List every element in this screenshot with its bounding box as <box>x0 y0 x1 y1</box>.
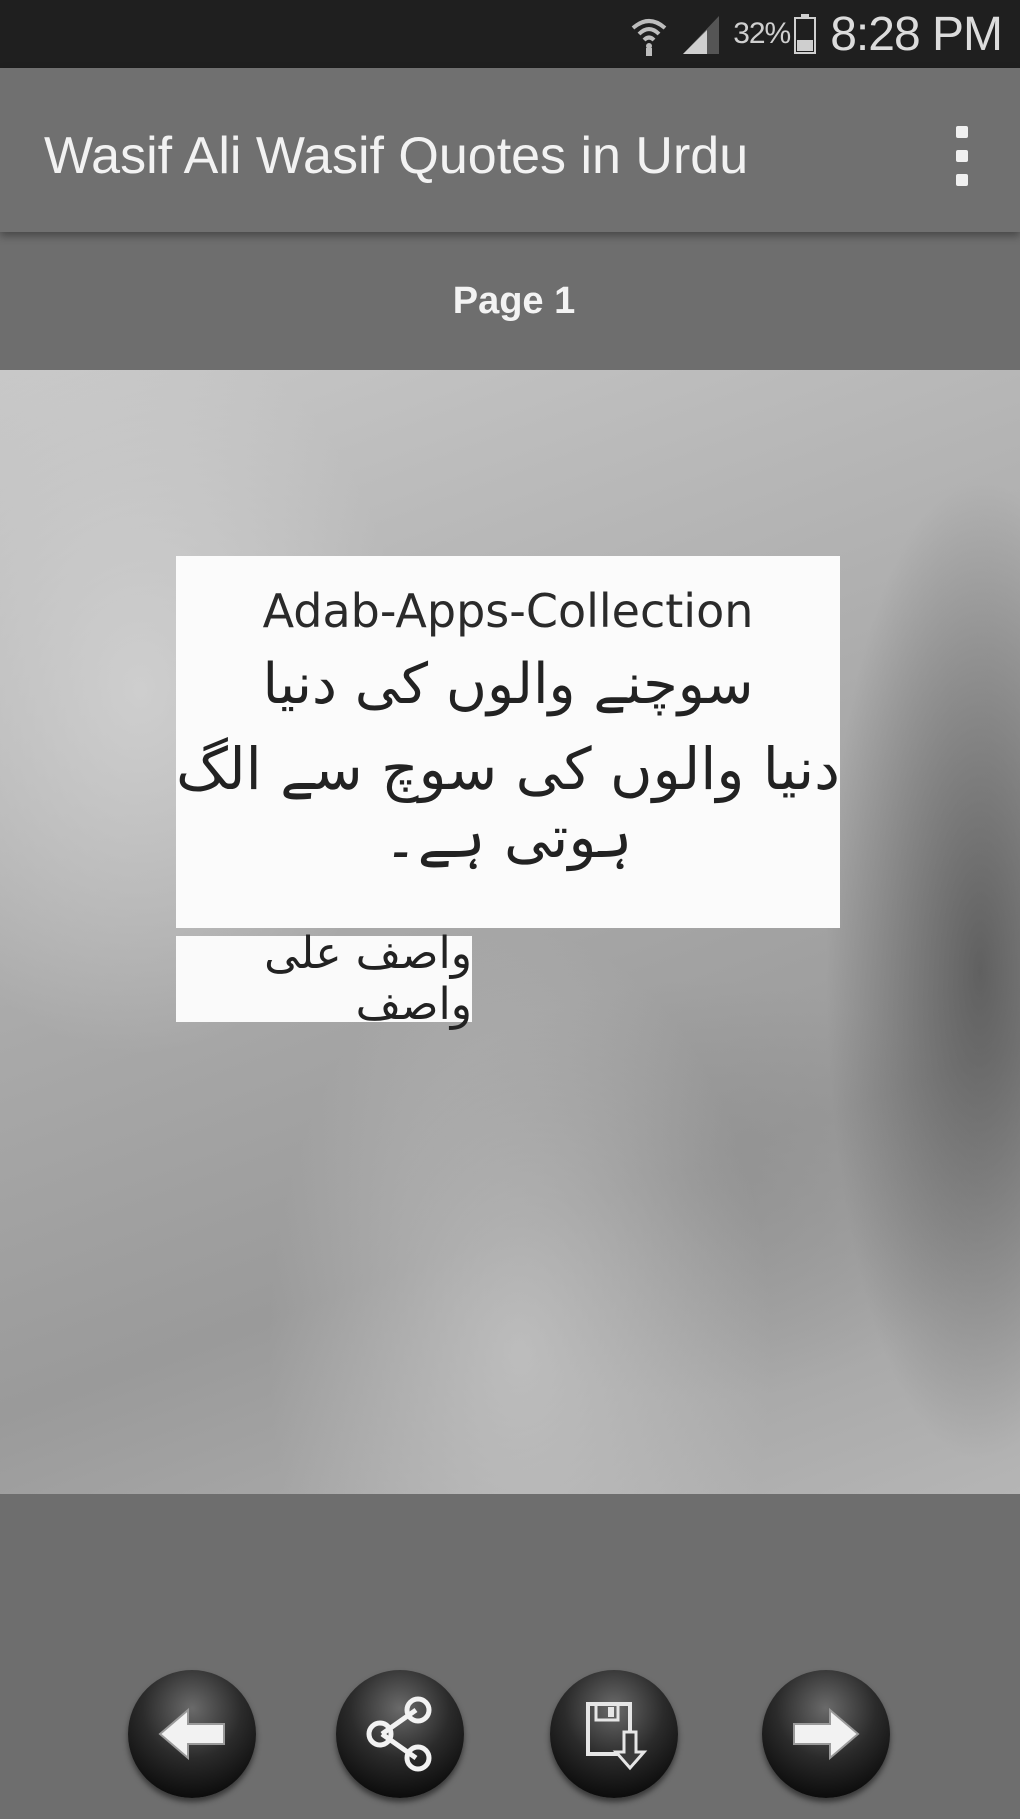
app-bar: Wasif Ali Wasif Quotes in Urdu <box>0 68 1020 232</box>
bottom-toolbar <box>0 1494 1020 1819</box>
clock: 8:28 PM <box>830 7 1003 61</box>
author-card: واصف علی واصف <box>176 928 472 1030</box>
page-indicator-bar: Page 1 <box>0 232 1020 370</box>
overflow-dot <box>956 150 968 162</box>
next-button[interactable] <box>762 1670 890 1798</box>
quote-line-1: سوچنے والوں کی دنیا <box>262 652 754 717</box>
share-button[interactable] <box>336 1670 464 1798</box>
share-icon <box>366 1696 432 1772</box>
more-vert-icon[interactable] <box>944 126 980 186</box>
arrow-left-icon <box>158 1707 225 1761</box>
save-icon <box>586 1702 648 1771</box>
save-button[interactable] <box>550 1670 678 1798</box>
quote-line-2: دنیا والوں کی سوچ سے الگ ہوتی ہے۔ <box>176 735 840 871</box>
signal-icon <box>683 16 720 54</box>
battery-percent: 32% <box>733 17 791 50</box>
quote-card: Adab-Apps-Collection سوچنے والوں کی دنیا… <box>176 556 840 928</box>
quote-author: واصف علی واصف <box>264 928 472 1030</box>
page-label: Page 1 <box>452 279 576 322</box>
app-title: Wasif Ali Wasif Quotes in Urdu <box>44 127 749 185</box>
overflow-dot <box>956 174 968 186</box>
quote-image[interactable]: Adab-Apps-Collection سوچنے والوں کی دنیا… <box>0 370 1020 1494</box>
status-bar: 32% 8:28 PM <box>0 0 1020 68</box>
overflow-dot <box>956 126 968 138</box>
arrow-right-icon <box>793 1707 860 1761</box>
wifi-icon <box>631 19 667 56</box>
quote-brand: Adab-Apps-Collection <box>262 584 754 638</box>
battery-icon <box>794 14 817 54</box>
previous-button[interactable] <box>128 1670 256 1798</box>
